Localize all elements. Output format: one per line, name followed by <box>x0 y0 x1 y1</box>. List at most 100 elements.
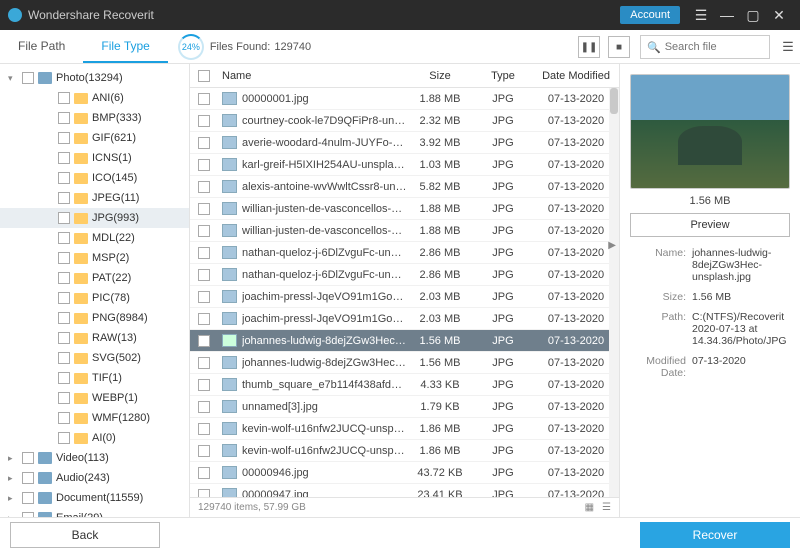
col-type[interactable]: Type <box>473 70 533 82</box>
row-checkbox[interactable] <box>198 467 210 479</box>
tree-sibling[interactable]: ▸Email(29) <box>0 508 189 517</box>
expand-icon[interactable]: ▾ <box>8 73 18 84</box>
tree-checkbox[interactable] <box>58 352 70 364</box>
tree-checkbox[interactable] <box>58 152 70 164</box>
tree-item[interactable]: PNG(8984) <box>0 308 189 328</box>
tree-item[interactable]: BMP(333) <box>0 108 189 128</box>
tab-file-path[interactable]: File Path <box>0 30 83 63</box>
tree-item[interactable]: TIF(1) <box>0 368 189 388</box>
col-name[interactable]: Name <box>218 70 407 82</box>
table-row[interactable]: karl-greif-H5IXIH254AU-unsplash.jpg1.03 … <box>190 154 619 176</box>
tree-checkbox[interactable] <box>58 92 70 104</box>
tree-checkbox[interactable] <box>58 272 70 284</box>
row-checkbox[interactable] <box>198 401 210 413</box>
table-row[interactable]: willian-justen-de-vasconcellos-65Ga...1.… <box>190 198 619 220</box>
table-row[interactable]: joachim-pressl-JqeVO91m1Go-unspl...2.03 … <box>190 308 619 330</box>
tree-checkbox[interactable] <box>22 472 34 484</box>
account-button[interactable]: Account <box>620 6 680 24</box>
tree-checkbox[interactable] <box>58 112 70 124</box>
table-row[interactable]: johannes-ludwig-8dejZGw3Hec-unsp...1.56 … <box>190 330 619 352</box>
tree-checkbox[interactable] <box>58 432 70 444</box>
table-row[interactable]: nathan-queloz-j-6DlZvguFc-unsplash...2.8… <box>190 264 619 286</box>
close-icon[interactable]: ✕ <box>766 0 792 30</box>
row-checkbox[interactable] <box>198 93 210 105</box>
tree-item[interactable]: PAT(22) <box>0 268 189 288</box>
row-checkbox[interactable] <box>198 357 210 369</box>
table-row[interactable]: nathan-queloz-j-6DlZvguFc-unsplash...2.8… <box>190 242 619 264</box>
scrollbar-vertical[interactable] <box>609 88 619 497</box>
tree-item[interactable]: WMF(1280) <box>0 408 189 428</box>
view-list-icon[interactable]: ☰ <box>602 502 611 513</box>
table-row[interactable]: willian-justen-de-vasconcellos-65Ga...1.… <box>190 220 619 242</box>
tree-checkbox[interactable] <box>58 132 70 144</box>
tree-checkbox[interactable] <box>58 212 70 224</box>
pause-button[interactable]: ❚❚ <box>578 36 600 58</box>
tree-checkbox[interactable] <box>58 412 70 424</box>
preview-button[interactable]: Preview <box>630 213 790 237</box>
back-button[interactable]: Back <box>10 522 160 548</box>
tree-checkbox[interactable] <box>58 332 70 344</box>
tree-item[interactable]: ICNS(1) <box>0 148 189 168</box>
row-checkbox[interactable] <box>198 115 210 127</box>
tree-root-photo[interactable]: ▾Photo(13294) <box>0 68 189 88</box>
expand-icon[interactable]: ▸ <box>8 473 18 484</box>
tree-item[interactable]: ICO(145) <box>0 168 189 188</box>
row-checkbox[interactable] <box>198 489 210 498</box>
scrollbar-thumb[interactable] <box>610 88 618 114</box>
row-checkbox[interactable] <box>198 159 210 171</box>
row-checkbox[interactable] <box>198 313 210 325</box>
table-row[interactable]: johannes-ludwig-8dejZGw3Hec-unsp...1.56 … <box>190 352 619 374</box>
row-checkbox[interactable] <box>198 247 210 259</box>
minimize-icon[interactable]: — <box>714 0 740 30</box>
row-checkbox[interactable] <box>198 137 210 149</box>
checkbox-all[interactable] <box>198 70 210 82</box>
tree-checkbox[interactable] <box>58 372 70 384</box>
table-row[interactable]: averie-woodard-4nulm-JUYFo-unspla...3.92… <box>190 132 619 154</box>
stop-button[interactable]: ■ <box>608 36 630 58</box>
table-row[interactable]: courtney-cook-le7D9QFiPr8-unsplash...2.3… <box>190 110 619 132</box>
menu-icon[interactable]: ☰ <box>688 0 714 30</box>
row-checkbox[interactable] <box>198 291 210 303</box>
tree-checkbox[interactable] <box>58 392 70 404</box>
table-row[interactable]: 00000946.jpg43.72 KBJPG07-13-2020 <box>190 462 619 484</box>
search-input[interactable] <box>665 41 763 53</box>
row-checkbox[interactable] <box>198 379 210 391</box>
table-row[interactable]: 00000001.jpg1.88 MBJPG07-13-2020 <box>190 88 619 110</box>
tree-sibling[interactable]: ▸Video(113) <box>0 448 189 468</box>
col-size[interactable]: Size <box>407 70 473 82</box>
tree-item[interactable]: MSP(2) <box>0 248 189 268</box>
tree-item[interactable]: JPG(993) <box>0 208 189 228</box>
tree-item[interactable]: JPEG(11) <box>0 188 189 208</box>
row-checkbox[interactable] <box>198 335 210 347</box>
table-row[interactable]: thumb_square_e7b114f438afdd40e0...4.33 K… <box>190 374 619 396</box>
tree-item[interactable]: SVG(502) <box>0 348 189 368</box>
tree-item[interactable]: PIC(78) <box>0 288 189 308</box>
tree-sibling[interactable]: ▸Document(11559) <box>0 488 189 508</box>
tree-item[interactable]: WEBP(1) <box>0 388 189 408</box>
tree-checkbox[interactable] <box>58 192 70 204</box>
tree-item[interactable]: ANI(6) <box>0 88 189 108</box>
tree-checkbox[interactable] <box>58 172 70 184</box>
view-grid-icon[interactable]: ▦ <box>585 502 594 513</box>
tree-checkbox[interactable] <box>58 252 70 264</box>
recover-button[interactable]: Recover <box>640 522 790 548</box>
row-checkbox[interactable] <box>198 423 210 435</box>
tree-checkbox[interactable] <box>22 72 34 84</box>
tree-checkbox[interactable] <box>58 292 70 304</box>
table-row[interactable]: kevin-wolf-u16nfw2JUCQ-unsplash.jpg1.86 … <box>190 418 619 440</box>
tree-sibling[interactable]: ▸Audio(243) <box>0 468 189 488</box>
tree-item[interactable]: MDL(22) <box>0 228 189 248</box>
col-date[interactable]: Date Modified <box>533 70 619 82</box>
row-checkbox[interactable] <box>198 203 210 215</box>
tree-item[interactable]: RAW(13) <box>0 328 189 348</box>
table-row[interactable]: kevin-wolf-u16nfw2JUCQ-unsplash.jpg1.86 … <box>190 440 619 462</box>
row-checkbox[interactable] <box>198 269 210 281</box>
tree-checkbox[interactable] <box>22 452 34 464</box>
panel-collapse-handle[interactable]: ▶ <box>608 240 616 251</box>
table-row[interactable]: joachim-pressl-JqeVO91m1Go-unspl...2.03 … <box>190 286 619 308</box>
tab-file-type[interactable]: File Type <box>83 30 167 63</box>
tree-checkbox[interactable] <box>22 492 34 504</box>
row-checkbox[interactable] <box>198 225 210 237</box>
maximize-icon[interactable]: ▢ <box>740 0 766 30</box>
expand-icon[interactable]: ▸ <box>8 453 18 464</box>
